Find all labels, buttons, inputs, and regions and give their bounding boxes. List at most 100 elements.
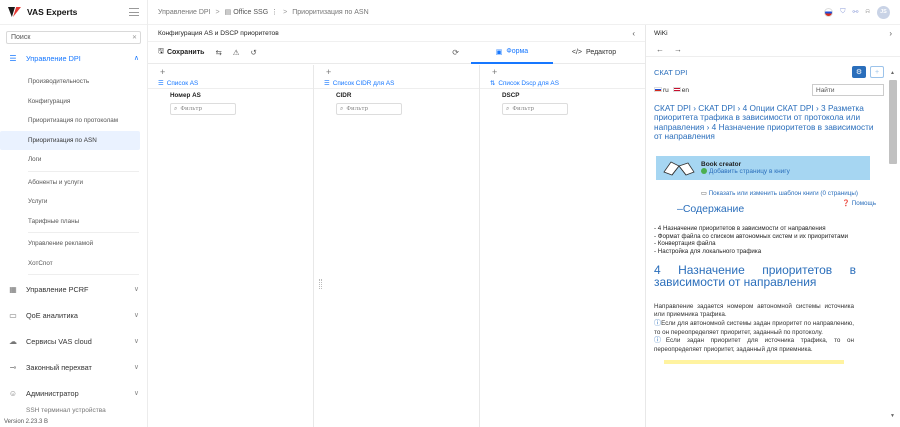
- sidebar-item-hotspot[interactable]: ХотСпот: [0, 254, 147, 274]
- undo-icon[interactable]: ↺: [250, 48, 256, 57]
- save-icon: 🖫: [158, 48, 164, 55]
- add-icon[interactable]: +: [148, 65, 313, 78]
- lang-ru-link[interactable]: ru: [654, 86, 669, 94]
- column-cidr-list: + ☰ Список CIDR для AS CIDR ⌕: [314, 65, 480, 427]
- add-icon[interactable]: +: [314, 65, 479, 78]
- filter-field: ⌕: [170, 103, 236, 115]
- nav-group-intercept[interactable]: ⊸ Законный перехват ∨: [0, 357, 147, 377]
- breadcrumb-device[interactable]: Office SSG: [233, 9, 268, 16]
- shield-icon[interactable]: ⛉: [840, 8, 845, 16]
- back-arrow-icon[interactable]: ←: [656, 45, 664, 54]
- column-title-label: Список CIDR для AS: [332, 79, 395, 87]
- nav-group-cloud[interactable]: ☁ Сервисы VAS cloud ∨: [0, 331, 147, 351]
- wiki-brand-row: СКАТ DPI ⚙ +: [654, 62, 884, 82]
- nav-group-ssh[interactable]: SSH терминал устройства: [0, 407, 147, 415]
- terminal-icon: [8, 407, 18, 415]
- add-page-link[interactable]: Добавить страницу в книгу: [701, 168, 790, 175]
- sidebar-item-protocol-priority[interactable]: Приоритизация по протоколам: [0, 111, 147, 131]
- sidebar-item-asn-priority[interactable]: Приоритизация по ASN: [0, 130, 140, 150]
- config-panel: Конфигурация AS и DSCP приоритетов ‹ 🖫 С…: [148, 25, 646, 427]
- sidebar-item-performance[interactable]: Производительность: [0, 72, 147, 92]
- add-button[interactable]: +: [870, 66, 884, 78]
- sidebar-item-ads[interactable]: Управление рекламой: [0, 234, 147, 254]
- add-icon[interactable]: +: [480, 65, 645, 78]
- chevron-left-icon[interactable]: ‹: [632, 29, 635, 38]
- wiki-breadcrumbs[interactable]: СКАТ DPI › СКАТ DPI › 4 Опции СКАТ DPI ›…: [654, 103, 882, 142]
- divider: [28, 232, 139, 233]
- menu-toggle-icon[interactable]: [129, 8, 139, 16]
- tab-form[interactable]: ▣ Форма: [471, 42, 553, 64]
- filter-input[interactable]: [180, 106, 231, 112]
- column-title-label: Список AS: [166, 79, 199, 87]
- chevron-right-icon[interactable]: ›: [889, 29, 892, 38]
- sidebar-search-input[interactable]: [7, 32, 140, 43]
- nav-group-dpi[interactable]: ☰ Управление DPI ∧: [0, 48, 147, 68]
- topbar-actions: ⛉ ⚯ ⍾ JS: [824, 5, 890, 19]
- plug-icon[interactable]: ⚯: [852, 8, 858, 16]
- nav-group-label: Законный перехват: [26, 362, 92, 372]
- wiki-note: ⓘЕсли для автономной системы задан приор…: [654, 320, 854, 337]
- toc-title[interactable]: –Содержание: [677, 203, 744, 215]
- avatar[interactable]: JS: [877, 5, 890, 19]
- nav-group-qoe[interactable]: ▭ QoE аналитика ∨: [0, 305, 147, 325]
- breadcrumb-separator: >: [215, 8, 220, 16]
- settings-button[interactable]: ⚙: [852, 66, 866, 78]
- nav-group-label: QoE аналитика: [26, 310, 78, 320]
- save-label: Сохранить: [166, 49, 205, 56]
- bell-icon[interactable]: ⍾: [865, 8, 870, 16]
- sidebar-item-config[interactable]: Конфигурация: [0, 92, 147, 112]
- scroll-thumb[interactable]: [889, 80, 897, 164]
- show-template-link[interactable]: ▭ Показать или изменить шаблон книги (0 …: [698, 190, 858, 199]
- forward-arrow-icon[interactable]: →: [674, 45, 682, 54]
- nav-group-admin[interactable]: ☺ Администратор ∨: [0, 383, 147, 403]
- chevron-down-icon: ∨: [133, 312, 139, 319]
- wiki-scrollbar[interactable]: ▲ ▼: [888, 58, 898, 427]
- search-icon: ⌕: [506, 105, 510, 112]
- sidebar-item-subscribers[interactable]: Абоненты и услуги: [0, 173, 147, 193]
- breadcrumb-separator: >: [283, 8, 288, 16]
- help-link[interactable]: ❓ Помощь: [842, 199, 876, 207]
- breadcrumb-dpi[interactable]: Управление DPI: [158, 9, 211, 16]
- sidebar-search: ✕: [6, 31, 141, 44]
- toolbar: 🖫 Сохранить ⇆ ⚠ ↺ ⟳ ▣ Форма </> Редактор: [148, 42, 645, 64]
- column-title[interactable]: ☰ Список CIDR для AS: [314, 78, 479, 89]
- grid-icon: ▦: [9, 284, 17, 294]
- device-menu-icon[interactable]: ⋮: [271, 8, 278, 16]
- search-icon: ⌕: [340, 105, 344, 112]
- toc-title-label: Содержание: [682, 203, 745, 216]
- wiki-lang-row: ru en: [654, 82, 884, 98]
- lang-en-link[interactable]: en: [672, 86, 689, 94]
- branch-icon[interactable]: ⇆: [215, 48, 221, 57]
- toc-item[interactable]: - Настройка для локального трафика: [654, 248, 884, 256]
- column-title[interactable]: ⇅ Список Dscp для AS: [480, 78, 645, 89]
- sidebar-item-tariffs[interactable]: Тарифные планы: [0, 212, 147, 232]
- filter-field: ⌕: [336, 103, 402, 115]
- scroll-down-icon[interactable]: ▼: [890, 413, 895, 419]
- nav-group-pcrf[interactable]: ▦ Управление PCRF ∨: [0, 279, 147, 299]
- toc-item[interactable]: - 4 Назначение приоритетов в зависимости…: [654, 225, 884, 233]
- wiki-search-input[interactable]: [812, 84, 884, 96]
- sidebar-item-services[interactable]: Услуги: [0, 192, 147, 212]
- filter-input[interactable]: [512, 106, 563, 112]
- wiki-content: СКАТ DPI ⚙ + ru en СКАТ DPI › СКАТ DPI ›…: [654, 58, 884, 427]
- wiki-heading: 4 Назначение приоритетов в зависимости о…: [654, 262, 856, 289]
- nav-group-label: Управление DPI: [26, 53, 81, 63]
- wiki-brand[interactable]: СКАТ DPI: [654, 68, 687, 77]
- scroll-up-icon[interactable]: ▲: [890, 70, 895, 76]
- save-button[interactable]: 🖫 Сохранить: [158, 47, 204, 58]
- column-title[interactable]: ☰ Список AS: [148, 78, 313, 89]
- warning-icon[interactable]: ⚠: [233, 48, 240, 57]
- divider: [28, 170, 139, 172]
- toc-item[interactable]: - Конвертация файла: [654, 240, 884, 248]
- device-icon: ▤: [224, 9, 232, 16]
- book-icon: [663, 161, 695, 176]
- sidebar-item-logs[interactable]: Логи: [0, 150, 147, 170]
- wiki-title: WiKi: [654, 30, 668, 37]
- flag-ru-icon[interactable]: [824, 7, 834, 17]
- toc-item[interactable]: - Формат файла со списком автономных сис…: [654, 233, 884, 241]
- clear-icon[interactable]: ✕: [132, 34, 137, 41]
- refresh-icon[interactable]: ⟳: [452, 48, 459, 57]
- panel-header: Конфигурация AS и DSCP приоритетов ‹: [148, 25, 645, 42]
- filter-input[interactable]: [346, 106, 397, 112]
- tab-editor[interactable]: </> Редактор: [553, 42, 635, 64]
